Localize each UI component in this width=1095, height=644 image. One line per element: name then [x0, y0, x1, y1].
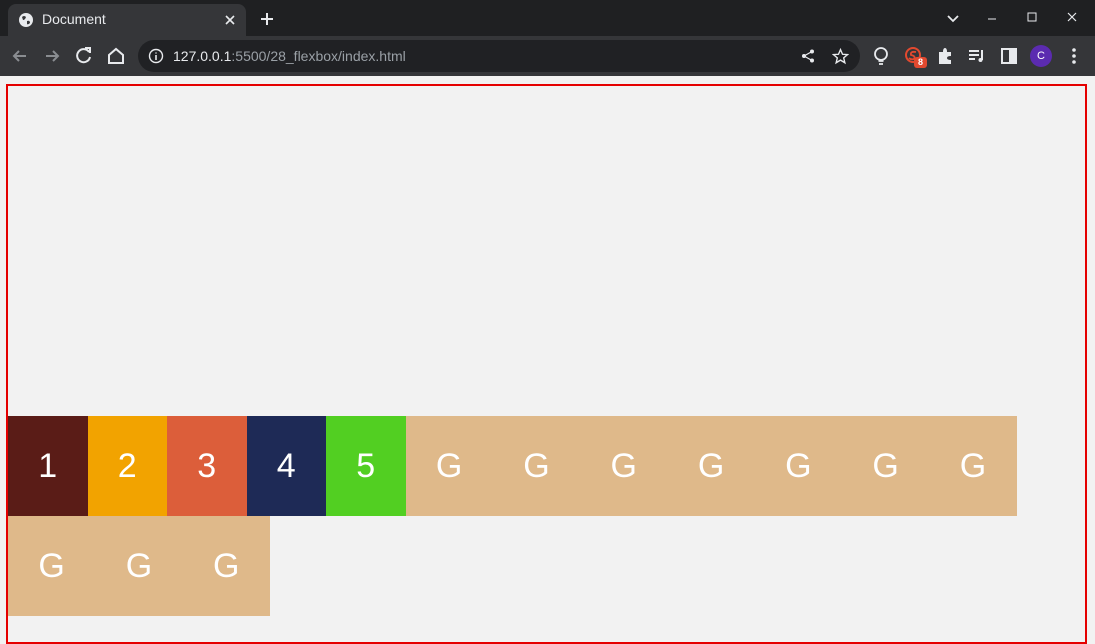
url-host: 127.0.0.1: [173, 48, 232, 64]
media-playlist-icon[interactable]: [965, 44, 989, 68]
url-path: :5500/28_flexbox/index.html: [231, 48, 406, 64]
flex-item-g: G: [754, 416, 842, 516]
flex-item-g: G: [580, 416, 668, 516]
flex-item-2: 2: [87, 416, 167, 516]
flex-item-5: 5: [326, 416, 406, 516]
side-panel-icon[interactable]: [997, 44, 1021, 68]
menu-kebab-icon[interactable]: [1062, 44, 1086, 68]
close-tab-icon[interactable]: [220, 10, 240, 30]
flex-item-g: G: [841, 416, 930, 516]
forward-icon[interactable]: [40, 44, 64, 68]
tab-search-icon[interactable]: [942, 8, 964, 28]
flex-item-1: 1: [8, 416, 88, 516]
tab-strip: Document: [0, 0, 1095, 36]
home-icon[interactable]: [104, 44, 128, 68]
flex-container: 1 2 3 4 5 G G G G G G G G G G: [6, 84, 1087, 644]
browser-tab[interactable]: Document: [8, 4, 246, 36]
flex-item-g: G: [405, 416, 493, 516]
url-text: 127.0.0.1:5500/28_flexbox/index.html: [173, 48, 406, 64]
browser-toolbar: 127.0.0.1:5500/28_flexbox/index.html 8 C: [0, 36, 1095, 76]
profile-avatar[interactable]: C: [1030, 45, 1052, 67]
flex-item-g: G: [667, 416, 755, 516]
puzzle-icon[interactable]: [933, 44, 957, 68]
flex-item-g: G: [492, 416, 581, 516]
new-tab-icon[interactable]: [256, 8, 278, 30]
flex-item-g: G: [182, 516, 270, 616]
flex-item-3: 3: [167, 416, 247, 516]
minimize-icon[interactable]: [981, 8, 1003, 28]
flex-item-4: 4: [246, 416, 326, 516]
maximize-icon[interactable]: [1021, 8, 1043, 28]
tab-title: Document: [42, 11, 106, 27]
flex-row-1: 1 2 3 4 5 G G G G G G G: [8, 416, 1017, 516]
lightbulb-icon[interactable]: [869, 44, 893, 68]
extension-badge: 8: [914, 57, 927, 68]
back-icon[interactable]: [8, 44, 32, 68]
bookmark-star-icon[interactable]: [832, 48, 849, 65]
flex-row-2: G G G: [8, 516, 270, 616]
address-bar[interactable]: 127.0.0.1:5500/28_flexbox/index.html: [138, 40, 860, 72]
page-viewport: 1 2 3 4 5 G G G G G G G G G G: [0, 76, 1095, 644]
flex-item-g: G: [95, 516, 183, 616]
reload-icon[interactable]: [72, 44, 96, 68]
extension-icon[interactable]: 8: [902, 44, 927, 68]
share-icon[interactable]: [800, 48, 816, 64]
info-icon[interactable]: [148, 48, 164, 64]
globe-icon: [19, 13, 33, 27]
flex-item-g: G: [929, 416, 1017, 516]
close-window-icon[interactable]: [1061, 8, 1083, 28]
flex-item-g: G: [8, 516, 96, 616]
